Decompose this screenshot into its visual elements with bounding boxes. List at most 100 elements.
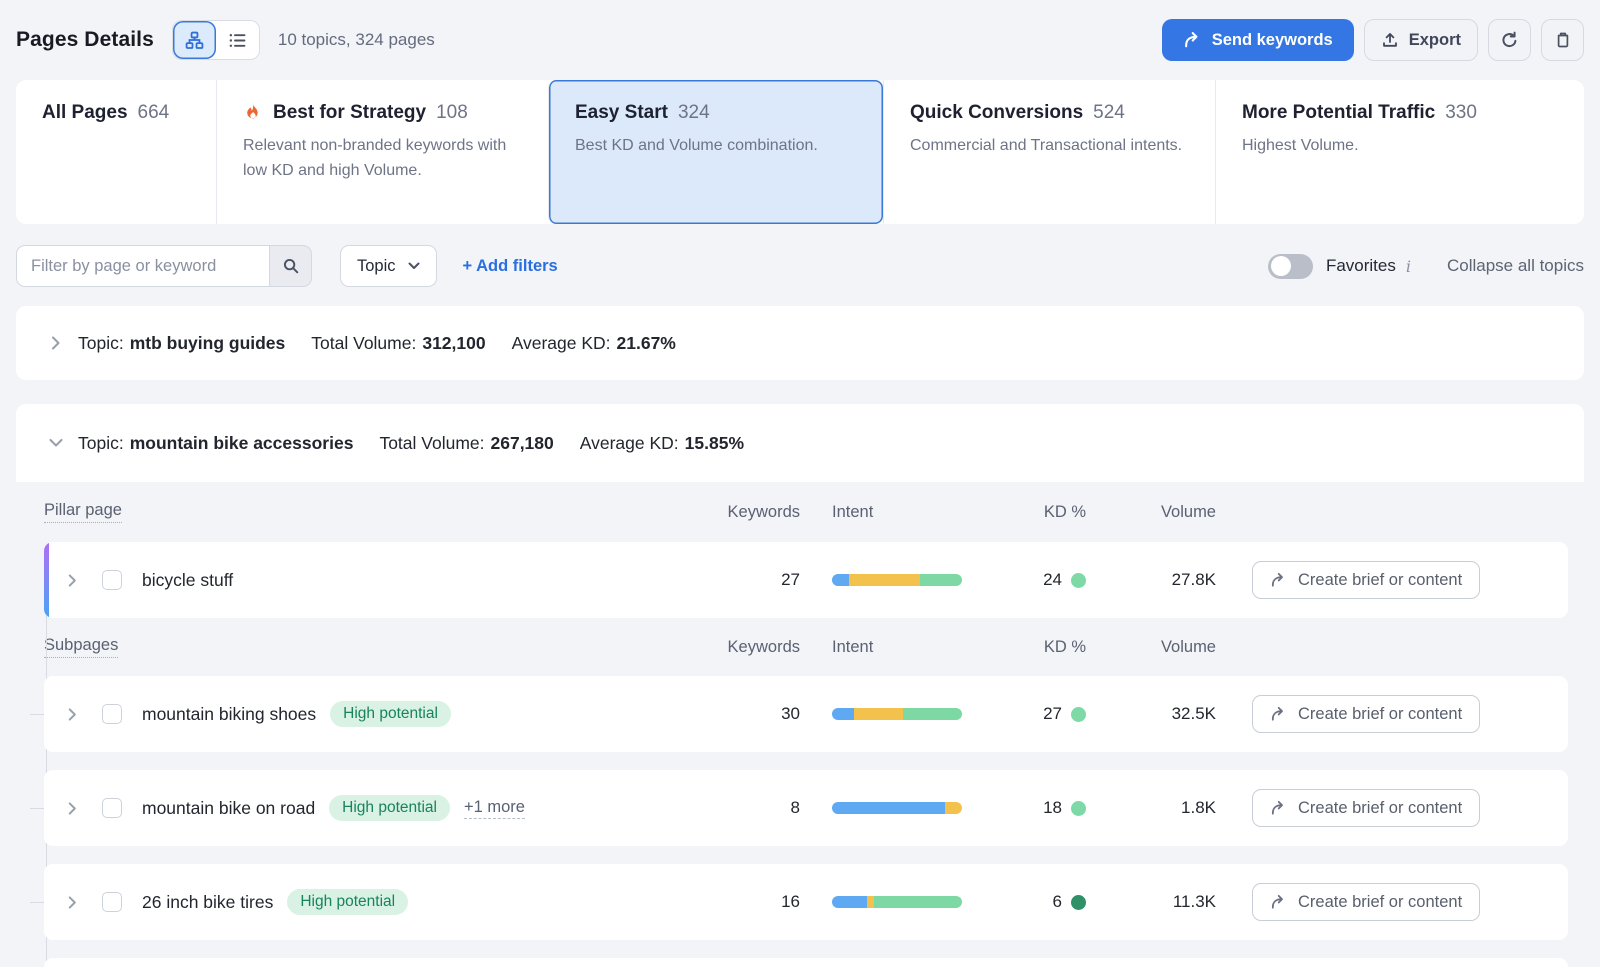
tab-label: Easy Start [575, 102, 668, 124]
chevron-right-icon[interactable] [60, 702, 84, 726]
table-row-pillar: bicycle stuff 27 24 27.8K Create brief o… [44, 542, 1568, 618]
page-name: mountain biking shoes [142, 704, 316, 725]
subpages-column-header: Subpages [44, 636, 118, 658]
topics-pages-summary: 10 topics, 324 pages [278, 30, 435, 50]
page-title: Pages Details [16, 28, 154, 52]
send-keywords-button[interactable]: Send keywords [1162, 19, 1354, 61]
tab-count: 524 [1093, 102, 1125, 124]
topic-summary-text: Topic: mtb buying guides Total Volume: 3… [78, 333, 676, 354]
chevron-right-icon[interactable] [44, 331, 68, 355]
subpages-header-row: Subpages Keywords Intent KD % Volume [44, 618, 1568, 676]
chevron-down-icon[interactable] [44, 431, 68, 455]
tab-easy-start[interactable]: Easy Start 324 Best KD and Volume combin… [548, 80, 883, 224]
export-button[interactable]: Export [1364, 19, 1478, 61]
tab-count: 324 [678, 102, 710, 124]
favorites-toggle[interactable] [1268, 254, 1313, 279]
trash-icon [1554, 31, 1572, 49]
row-checkbox[interactable] [102, 570, 122, 590]
export-icon [1381, 31, 1399, 49]
topic-filter-dropdown[interactable]: Topic [340, 245, 437, 287]
total-volume-value: 267,180 [491, 433, 554, 454]
tab-all-pages[interactable]: All Pages 664 [16, 80, 216, 224]
row-checkbox[interactable] [102, 704, 122, 724]
topic-prefix: Topic: [78, 433, 124, 454]
total-volume-label: Total Volume: [311, 333, 416, 354]
info-icon[interactable]: i [1406, 257, 1411, 276]
kd-column-header: KD % [1002, 638, 1086, 657]
collapse-all-topics-link[interactable]: Collapse all topics [1447, 256, 1584, 276]
create-brief-label: Create brief or content [1298, 705, 1462, 724]
keywords-count: 27 [710, 570, 800, 590]
refresh-button[interactable] [1488, 19, 1531, 61]
pages-details-screen: Pages Details [0, 0, 1600, 967]
filter-bar: Topic + Add filters Favorites i Collapse… [16, 244, 1584, 288]
send-arrow-icon [1183, 31, 1202, 50]
keywords-count: 30 [710, 704, 800, 724]
row-checkbox[interactable] [102, 892, 122, 912]
table-row-peek [44, 958, 1568, 967]
topic-card-mtb-buying-guides: Topic: mtb buying guides Total Volume: 3… [16, 306, 1584, 380]
keywords-column-header: Keywords [710, 638, 800, 657]
pillar-accent-bar [44, 542, 49, 618]
tab-best-for-strategy[interactable]: Best for Strategy 108 Relevant non-brand… [216, 80, 548, 224]
kd-value: 24 [1043, 570, 1062, 590]
chevron-right-icon[interactable] [60, 890, 84, 914]
more-badges-link[interactable]: +1 more [464, 798, 525, 819]
page-group-tabs: All Pages 664 Best for Strategy 108 Rele… [16, 80, 1584, 224]
high-potential-badge: High potential [287, 889, 408, 915]
kd-value: 27 [1043, 704, 1062, 724]
total-volume-label: Total Volume: [379, 433, 484, 454]
create-brief-button[interactable]: Create brief or content [1252, 789, 1480, 827]
top-bar-actions: Send keywords Export [1162, 19, 1584, 61]
kd-dot [1071, 895, 1086, 910]
keywords-count: 16 [710, 892, 800, 912]
search-input[interactable] [16, 245, 269, 287]
high-potential-badge: High potential [329, 795, 450, 821]
delete-button[interactable] [1541, 19, 1584, 61]
create-brief-button[interactable]: Create brief or content [1252, 883, 1480, 921]
chevron-right-icon[interactable] [60, 796, 84, 820]
intent-column-header: Intent [832, 503, 962, 522]
tab-count: 330 [1445, 102, 1477, 124]
volume-value: 32.5K [1106, 704, 1216, 724]
create-brief-button[interactable]: Create brief or content [1252, 561, 1480, 599]
top-bar: Pages Details [16, 0, 1584, 80]
average-kd-value: 21.67% [617, 333, 676, 354]
volume-value: 27.8K [1106, 570, 1216, 590]
high-potential-badge: High potential [330, 701, 451, 727]
row-checkbox[interactable] [102, 798, 122, 818]
export-label: Export [1409, 31, 1461, 50]
tab-label: Best for Strategy [273, 102, 426, 124]
list-icon [228, 31, 247, 50]
tree-view-button[interactable] [173, 21, 216, 59]
search-button[interactable] [269, 245, 312, 287]
kd-value: 18 [1043, 798, 1062, 818]
chevron-right-icon[interactable] [60, 568, 84, 592]
tab-quick-conversions[interactable]: Quick Conversions 524 Commercial and Tra… [883, 80, 1215, 224]
tab-more-potential-traffic[interactable]: More Potential Traffic 330 Highest Volum… [1215, 80, 1584, 224]
page-name: 26 inch bike tires [142, 892, 273, 913]
create-brief-label: Create brief or content [1298, 571, 1462, 590]
keywords-count: 8 [710, 798, 800, 818]
intent-bar [832, 574, 962, 586]
average-kd-label: Average KD: [580, 433, 679, 454]
flame-icon [243, 103, 263, 123]
tab-label: Quick Conversions [910, 102, 1083, 124]
table-row-subpage: mountain biking shoes High potential 30 … [44, 676, 1568, 752]
create-brief-button[interactable]: Create brief or content [1252, 695, 1480, 733]
topic-header[interactable]: Topic: mountain bike accessories Total V… [16, 404, 1584, 482]
total-volume-value: 312,100 [422, 333, 485, 354]
search-icon [282, 257, 300, 275]
add-filters-link[interactable]: + Add filters [463, 257, 558, 276]
filter-bar-right: Favorites i Collapse all topics [1268, 254, 1584, 279]
table-row-subpage: 26 inch bike tires High potential 16 6 1… [44, 864, 1568, 940]
topic-card-mountain-bike-accessories: Topic: mountain bike accessories Total V… [16, 404, 1584, 967]
refresh-icon [1500, 31, 1519, 50]
list-view-button[interactable] [216, 21, 259, 59]
favorites-label: Favorites [1326, 256, 1396, 276]
tab-description: Commercial and Transactional intents. [910, 134, 1189, 159]
tab-label: More Potential Traffic [1242, 102, 1435, 124]
kd-column-header: KD % [1002, 503, 1086, 522]
intent-bar [832, 802, 962, 814]
topic-header[interactable]: Topic: mtb buying guides Total Volume: 3… [16, 306, 1584, 380]
